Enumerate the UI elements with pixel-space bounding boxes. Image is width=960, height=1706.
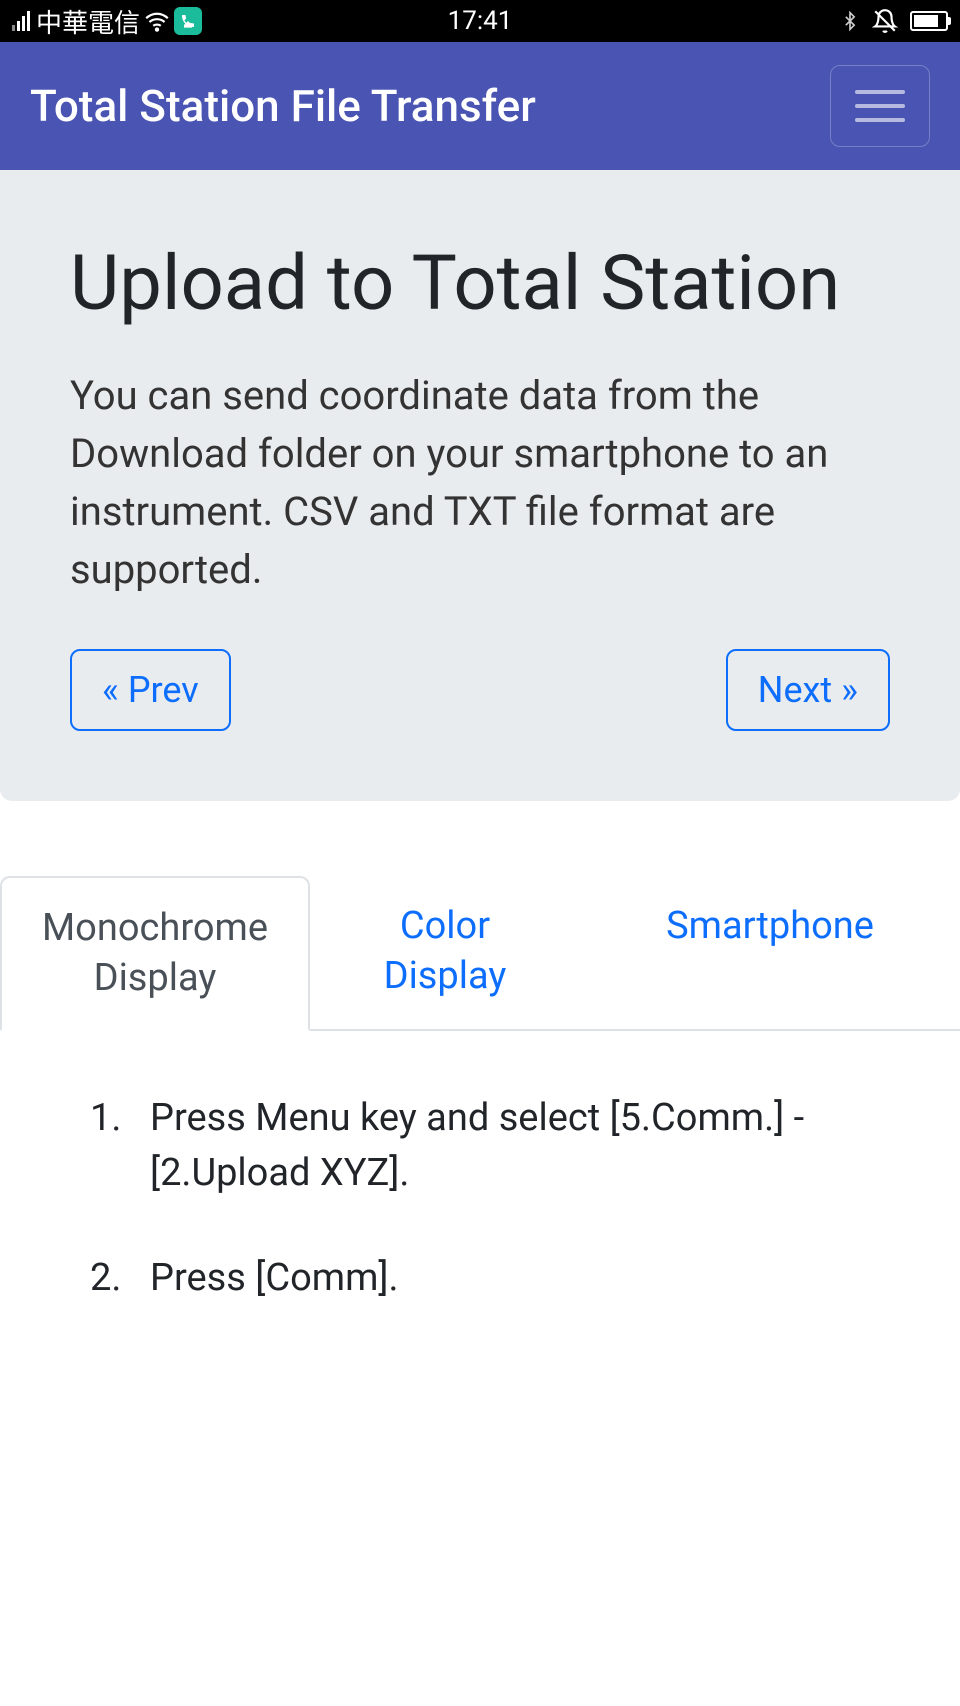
- status-bar: 中華電信 17:41: [0, 0, 960, 42]
- menu-button[interactable]: [830, 65, 930, 147]
- signal-icon: [12, 11, 30, 31]
- tabs: Monochrome Display Color Display Smartph…: [0, 876, 960, 1031]
- nav-button-row: « Prev Next »: [70, 649, 890, 731]
- instruction-step: Press [Comm].: [90, 1251, 870, 1306]
- status-right: [840, 8, 948, 34]
- status-left: 中華電信: [12, 3, 202, 40]
- phone-badge-icon: [174, 7, 202, 35]
- page-title: Upload to Total Station: [70, 240, 890, 327]
- tab-monochrome-display[interactable]: Monochrome Display: [0, 876, 310, 1031]
- wifi-icon: [144, 7, 170, 36]
- prev-button[interactable]: « Prev: [70, 649, 231, 731]
- tab-smartphone[interactable]: Smartphone: [580, 876, 960, 1029]
- hero-panel: Upload to Total Station You can send coo…: [0, 170, 960, 801]
- navbar: Total Station File Transfer: [0, 42, 960, 170]
- page-description: You can send coordinate data from the Do…: [70, 367, 890, 599]
- tab-color-display[interactable]: Color Display: [310, 876, 580, 1029]
- instructions: Press Menu key and select [5.Comm.] - [2…: [0, 1031, 960, 1306]
- navbar-title: Total Station File Transfer: [30, 80, 536, 132]
- bluetooth-icon: [840, 8, 860, 34]
- notification-muted-icon: [872, 8, 898, 34]
- instruction-step: Press Menu key and select [5.Comm.] - [2…: [90, 1091, 870, 1201]
- battery-icon: [910, 11, 948, 31]
- clock-label: 17:41: [448, 6, 513, 36]
- carrier-label: 中華電信: [36, 3, 140, 40]
- next-button[interactable]: Next »: [726, 649, 890, 731]
